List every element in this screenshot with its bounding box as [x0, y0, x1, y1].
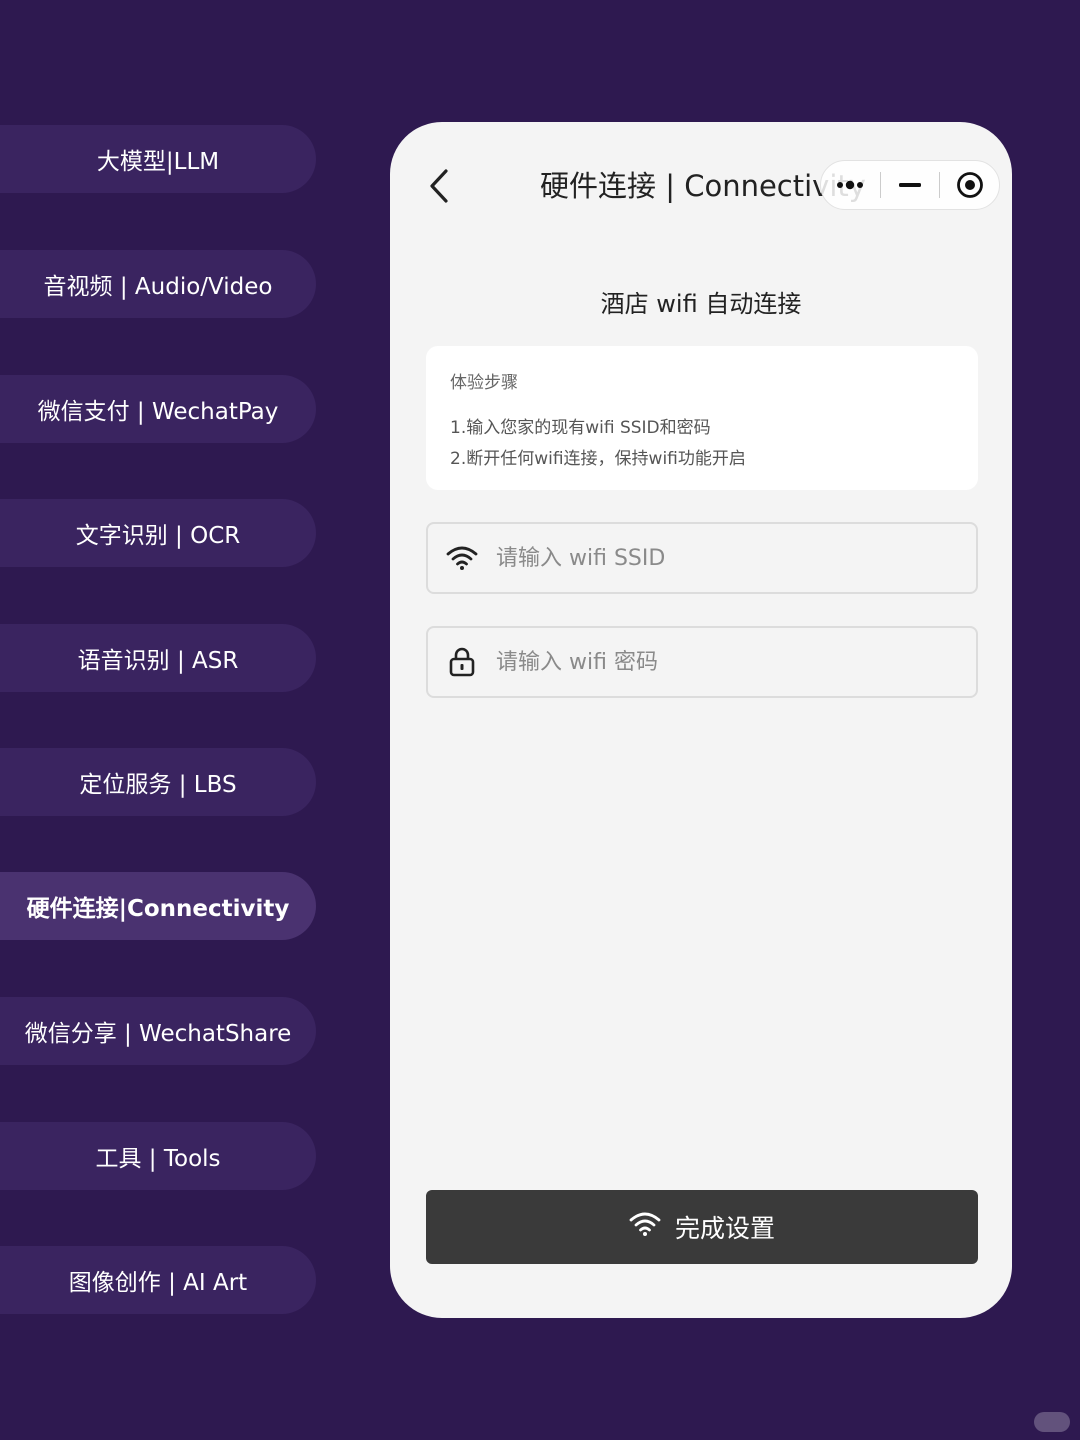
- watermark-logo: [1034, 1412, 1070, 1432]
- phone-screen: 硬件连接 | Connectivity 酒店 wifi 自动连接 体验步骤 1.…: [390, 122, 1012, 1318]
- target-icon: [956, 172, 983, 198]
- sidebar-item-connectivity[interactable]: 硬件连接|Connectivity: [0, 872, 316, 940]
- password-field: [426, 626, 978, 698]
- sidebar-item-wechatpay[interactable]: 微信支付 | WechatPay: [0, 375, 316, 443]
- sidebar-item-ocr[interactable]: 文字识别 | OCR: [0, 499, 316, 567]
- mini-program-capsule: [820, 160, 1000, 210]
- minimize-button[interactable]: [881, 161, 940, 209]
- more-dots-icon: [837, 180, 864, 190]
- step-item: 2.断开任何wifi连接，保持wifi功能开启: [450, 449, 746, 469]
- nav-title: 硬件连接 | Connectivity: [540, 169, 866, 203]
- sidebar-item-tools[interactable]: 工具 | Tools: [0, 1122, 316, 1190]
- close-mini-program-button[interactable]: [940, 161, 999, 209]
- page-heading: 酒店 wifi 自动连接: [600, 290, 802, 318]
- step-item: 1.输入您家的现有wifi SSID和密码: [450, 418, 711, 438]
- sidebar-item-audio-video[interactable]: 音视频 | Audio/Video: [0, 250, 316, 318]
- sidebar-item-ai-art[interactable]: 图像创作 | AI Art: [0, 1246, 316, 1314]
- wifi-icon: [446, 542, 478, 574]
- chevron-left-icon: [430, 169, 448, 203]
- ssid-input[interactable]: [494, 544, 976, 572]
- steps-title: 体验步骤: [450, 373, 518, 393]
- sidebar-item-asr[interactable]: 语音识别 | ASR: [0, 624, 316, 692]
- sidebar-item-lbs[interactable]: 定位服务 | LBS: [0, 748, 316, 816]
- steps-card: 体验步骤 1.输入您家的现有wifi SSID和密码 2.断开任何wifi连接，…: [426, 346, 978, 490]
- sidebar-item-wechatshare[interactable]: 微信分享 | WechatShare: [0, 997, 316, 1065]
- lock-icon: [446, 646, 478, 678]
- minus-icon: [899, 183, 921, 187]
- back-button[interactable]: [422, 166, 456, 206]
- wifi-icon: [629, 1211, 661, 1243]
- complete-setup-label: 完成设置: [674, 1214, 775, 1243]
- ssid-field: [426, 522, 978, 594]
- password-input[interactable]: [494, 648, 976, 676]
- sidebar-item-llm[interactable]: 大模型|LLM: [0, 125, 316, 193]
- complete-setup-button[interactable]: 完成设置: [426, 1190, 978, 1264]
- more-button[interactable]: [821, 161, 880, 209]
